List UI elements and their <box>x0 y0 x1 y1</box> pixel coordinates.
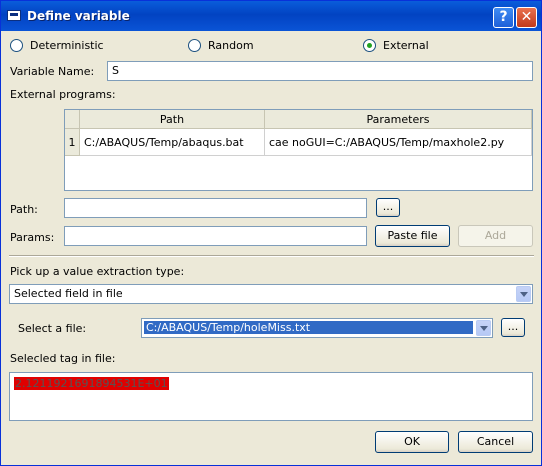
path-input[interactable] <box>64 198 367 218</box>
params-input[interactable] <box>64 226 367 246</box>
title-bar[interactable]: Define variable ? ✕ <box>1 1 541 31</box>
column-header-path[interactable]: Path <box>80 110 265 129</box>
radio-deterministic-label[interactable]: Deterministic <box>30 39 104 52</box>
select-file-label: Select a file: <box>18 322 87 335</box>
window-title: Define variable <box>27 9 130 23</box>
table-cell-path[interactable]: C:/ABAQUS/Temp/abaqus.bat <box>80 129 265 156</box>
extraction-type-value: Selected field in file <box>14 287 123 300</box>
radio-random[interactable] <box>188 39 201 52</box>
file-browse-button[interactable]: ... <box>501 318 525 337</box>
file-select-value: C:/ABAQUS/Temp/holeMiss.txt <box>144 321 473 334</box>
table-corner <box>65 110 80 129</box>
close-button[interactable]: ✕ <box>516 7 537 28</box>
external-programs-table[interactable]: Path Parameters 1 C:/ABAQUS/Temp/abaqus.… <box>64 109 533 191</box>
separator <box>9 255 534 257</box>
add-button[interactable]: Add <box>458 225 533 247</box>
params-label: Params: <box>10 231 55 244</box>
column-header-parameters[interactable]: Parameters <box>265 110 532 129</box>
external-programs-label: External programs: <box>10 88 116 101</box>
path-label: Path: <box>10 203 38 216</box>
radio-random-label[interactable]: Random <box>208 39 254 52</box>
chevron-down-icon[interactable] <box>476 320 491 336</box>
window-icon <box>7 10 21 21</box>
chevron-down-icon[interactable] <box>516 286 531 302</box>
extraction-type-select[interactable]: Selected field in file <box>9 284 533 304</box>
variable-name-label: Variable Name: <box>10 65 95 78</box>
selected-tag-value[interactable]: 2.1211921691894531E+01 <box>14 377 169 390</box>
help-button[interactable]: ? <box>493 7 514 28</box>
file-select[interactable]: C:/ABAQUS/Temp/holeMiss.txt <box>141 318 493 338</box>
variable-name-input[interactable]: S <box>107 61 533 81</box>
cancel-button[interactable]: Cancel <box>458 431 533 453</box>
table-cell-parameters[interactable]: cae noGUI=C:/ABAQUS/Temp/maxhole2.py <box>265 129 532 156</box>
paste-file-button[interactable]: Paste file <box>375 225 450 247</box>
selected-tag-textarea[interactable]: 2.1211921691894531E+01 <box>9 372 533 421</box>
extraction-type-label: Pick up a value extraction type: <box>10 265 185 278</box>
radio-external-label[interactable]: External <box>383 39 429 52</box>
row-header[interactable]: 1 <box>65 129 80 156</box>
ok-button[interactable]: OK <box>375 431 449 453</box>
radio-external[interactable] <box>363 39 376 52</box>
define-variable-dialog: Define variable ? ✕ Deterministic Random… <box>0 0 542 466</box>
path-browse-button[interactable]: ... <box>376 198 400 217</box>
radio-deterministic[interactable] <box>10 39 23 52</box>
selected-tag-label: Selecled tag in file: <box>10 352 116 365</box>
